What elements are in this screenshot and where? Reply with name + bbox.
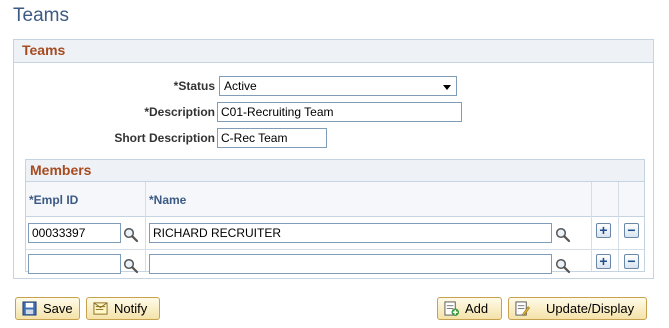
- save-button[interactable]: Save: [15, 297, 80, 320]
- name-input[interactable]: RICHARD RECRUITER: [149, 223, 552, 243]
- magnifier-icon[interactable]: [555, 227, 571, 243]
- short-description-label: Short Description: [114, 131, 215, 145]
- row-divider: [26, 249, 644, 250]
- name-input[interactable]: [149, 254, 552, 274]
- status-select[interactable]: Active: [219, 76, 457, 96]
- col-name: *Name: [149, 193, 187, 207]
- chevron-down-icon: [443, 85, 451, 90]
- members-title: Members: [26, 160, 644, 182]
- empl-id-input[interactable]: [28, 254, 121, 274]
- description-label: *Description: [144, 105, 215, 119]
- column-divider: [618, 182, 619, 271]
- status-label: *Status: [173, 79, 215, 93]
- delete-row-button[interactable]: −: [624, 254, 639, 269]
- update-display-button[interactable]: Update/Display: [508, 297, 647, 320]
- description-input[interactable]: C01-Recruiting Team: [217, 102, 462, 122]
- members-grid-header: *Empl ID *Name: [26, 182, 644, 217]
- magnifier-icon[interactable]: [123, 227, 139, 243]
- group-header: Teams: [14, 40, 653, 63]
- notify-button[interactable]: Notify: [86, 297, 160, 320]
- column-divider: [591, 182, 592, 271]
- add-row-button[interactable]: +: [596, 254, 611, 269]
- update-display-label: Update/Display: [546, 301, 635, 316]
- short-description-input[interactable]: C-Rec Team: [217, 128, 327, 148]
- save-icon: [22, 301, 37, 316]
- add-row-button[interactable]: +: [596, 223, 611, 238]
- notify-label: Notify: [114, 301, 148, 316]
- save-label: Save: [43, 301, 73, 316]
- column-divider: [145, 182, 146, 271]
- update-display-icon: [515, 301, 530, 316]
- magnifier-icon[interactable]: [123, 258, 139, 274]
- empl-id-input[interactable]: 00033397: [28, 223, 121, 243]
- delete-row-button[interactable]: −: [624, 223, 639, 238]
- page-title: Teams: [13, 5, 69, 26]
- add-icon: [444, 301, 459, 316]
- add-button[interactable]: Add: [437, 297, 502, 320]
- magnifier-icon[interactable]: [555, 258, 571, 274]
- add-label: Add: [465, 301, 489, 316]
- status-value: Active: [224, 79, 257, 93]
- col-empl-id: *Empl ID: [29, 193, 79, 207]
- notify-icon: [93, 302, 108, 315]
